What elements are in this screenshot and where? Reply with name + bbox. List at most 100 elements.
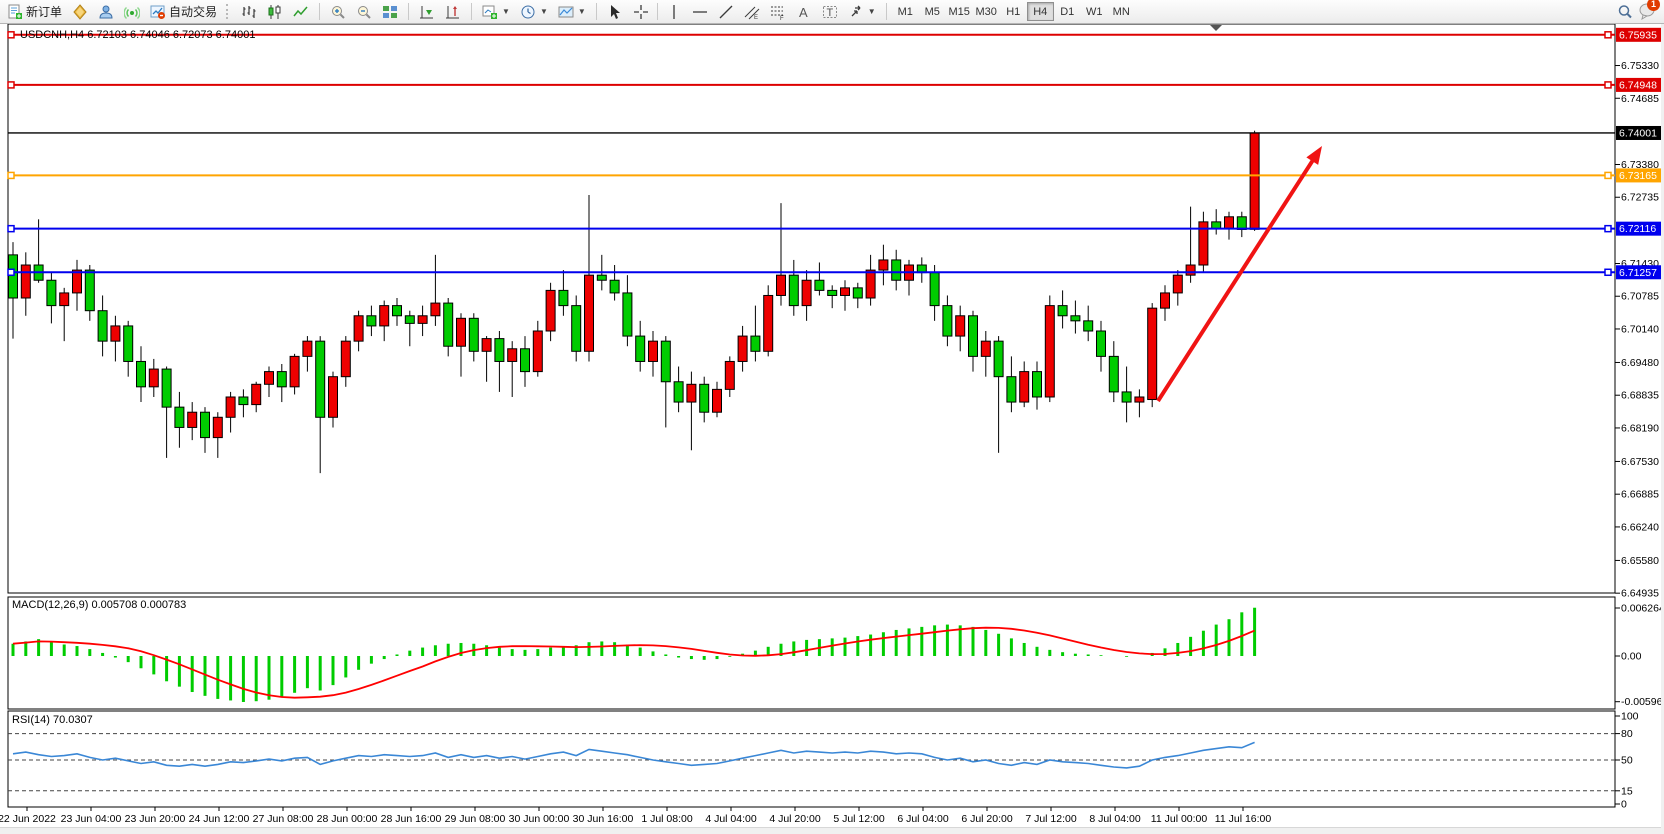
svg-text:4 Jul 20:00: 4 Jul 20:00	[769, 813, 821, 825]
auto-scroll-button[interactable]	[414, 2, 440, 22]
price-label-6.71257: 6.71257	[1616, 265, 1662, 279]
autotrading-label: 自动交易	[169, 3, 217, 20]
text-button[interactable]: A	[791, 2, 817, 22]
chart-area[interactable]: 6.753306.746856.733806.727356.714306.707…	[0, 0, 1664, 833]
svg-text:7 Jul 12:00: 7 Jul 12:00	[1025, 813, 1077, 825]
svg-text:6.70140: 6.70140	[1621, 323, 1659, 335]
cursor-button[interactable]	[602, 2, 628, 22]
dropdown-caret: ▼	[540, 7, 548, 16]
search-button[interactable]	[1612, 2, 1638, 22]
equidistant-channel-button[interactable]: E	[739, 2, 765, 22]
vertical-line-button[interactable]	[661, 2, 687, 22]
candlestick-chart-button[interactable]	[262, 2, 288, 22]
zoom-out-button[interactable]	[351, 2, 377, 22]
trendline-button[interactable]	[713, 2, 739, 22]
signals-button[interactable]	[119, 2, 145, 22]
equidistant-channel-icon: E	[744, 4, 760, 20]
svg-text:6 Jul 20:00: 6 Jul 20:00	[961, 813, 1013, 825]
bar-chart-button[interactable]	[236, 2, 262, 22]
text-label-icon: T	[822, 4, 838, 20]
period-button-H1[interactable]: H1	[1000, 2, 1027, 21]
period-button-M1[interactable]: M1	[892, 2, 919, 21]
period-button-H4[interactable]: H4	[1027, 2, 1054, 21]
rsi-label: RSI(14) 70.0307	[12, 714, 93, 726]
line-chart-button[interactable]	[288, 2, 314, 22]
svg-text:0.00: 0.00	[1621, 651, 1642, 663]
svg-text:6.74001: 6.74001	[1619, 127, 1657, 139]
svg-text:6.74685: 6.74685	[1621, 93, 1659, 105]
toolbar-group-arrange	[412, 0, 468, 23]
zoom-in-button[interactable]	[325, 2, 351, 22]
crosshair-button[interactable]	[628, 2, 654, 22]
toolbar-group-chart-type	[234, 0, 316, 23]
timeframes-button[interactable]: ▼	[515, 2, 553, 22]
svg-text:23 Jun 04:00: 23 Jun 04:00	[61, 813, 122, 825]
period-button-M30[interactable]: M30	[973, 2, 1000, 21]
templates-button[interactable]: ▼	[553, 2, 591, 22]
dropdown-caret: ▼	[578, 7, 586, 16]
text-label-button[interactable]: T	[817, 2, 843, 22]
toolbar-group-trade: 新订单 自动交易	[0, 0, 224, 23]
candlestick-chart-icon	[267, 4, 283, 20]
arrows-button[interactable]: ▼	[843, 2, 881, 22]
svg-text:29 Jun 08:00: 29 Jun 08:00	[445, 813, 506, 825]
svg-text:6.74948: 6.74948	[1619, 79, 1657, 91]
svg-text:6 Jul 04:00: 6 Jul 04:00	[897, 813, 949, 825]
period-button-M5[interactable]: M5	[919, 2, 946, 21]
svg-text:0.006264: 0.006264	[1621, 602, 1664, 614]
zoom-in-icon	[330, 4, 346, 20]
toolbar-separator	[886, 3, 887, 20]
search-icon	[1617, 4, 1633, 20]
svg-text:1 Jul 08:00: 1 Jul 08:00	[641, 813, 693, 825]
metaquotes-icon	[72, 4, 88, 20]
fibonacci-icon: F	[770, 4, 786, 20]
svg-text:MACD(12,26,9) 0.005708 0.00078: MACD(12,26,9) 0.005708 0.000783	[12, 599, 186, 611]
metaquotes-button[interactable]	[67, 2, 93, 22]
notification-badge: 1	[1647, 0, 1660, 11]
svg-text:6.69480: 6.69480	[1621, 357, 1659, 369]
new-chart-button[interactable]: ▼	[477, 2, 515, 22]
zoom-out-icon	[356, 4, 372, 20]
chart-title: USDCNH,H4 6.72103 6.74046 6.72073 6.7400…	[20, 29, 255, 41]
svg-text:22 Jun 2022: 22 Jun 2022	[0, 813, 56, 825]
svg-text:6.68190: 6.68190	[1621, 422, 1659, 434]
text-icon: A	[796, 4, 812, 20]
svg-text:USDCNH,H4 6.72103 6.74046 6.7: USDCNH,H4 6.72103 6.74046 6.72073 6.7400…	[20, 29, 255, 41]
autotrading-button[interactable]: 自动交易	[145, 2, 222, 22]
period-button-MN[interactable]: MN	[1108, 2, 1135, 21]
chart-shift-button[interactable]	[440, 2, 466, 22]
vertical-line-icon	[666, 4, 682, 20]
chat-widget[interactable]: 1	[1638, 2, 1654, 21]
fibonacci-button[interactable]: F	[765, 2, 791, 22]
period-button-W1[interactable]: W1	[1081, 2, 1108, 21]
price-label-6.74001: 6.74001	[1616, 126, 1662, 140]
svg-text:80: 80	[1621, 728, 1633, 740]
horizontal-line-button[interactable]	[687, 2, 713, 22]
svg-text:30 Jun 16:00: 30 Jun 16:00	[573, 813, 634, 825]
auto-scroll-icon	[419, 4, 435, 20]
svg-text:6.68835: 6.68835	[1621, 390, 1659, 402]
period-button-M15[interactable]: M15	[946, 2, 973, 21]
clock-icon	[520, 4, 536, 20]
chart-shift-icon	[445, 4, 461, 20]
period-button-D1[interactable]: D1	[1054, 2, 1081, 21]
svg-text:30 Jun 00:00: 30 Jun 00:00	[509, 813, 570, 825]
toolbar-separator	[319, 3, 320, 20]
community-button[interactable]	[93, 2, 119, 22]
svg-text:0: 0	[1621, 799, 1627, 811]
price-label-6.75935: 6.75935	[1616, 28, 1662, 42]
svg-text:50: 50	[1621, 755, 1633, 767]
tile-windows-button[interactable]	[377, 2, 403, 22]
svg-text:6.71257: 6.71257	[1619, 267, 1657, 279]
svg-text:6.75330: 6.75330	[1621, 60, 1659, 72]
svg-text:6.66885: 6.66885	[1621, 489, 1659, 501]
tile-windows-icon	[382, 4, 398, 20]
line-chart-icon	[293, 4, 309, 20]
time-axis: 22 Jun 202223 Jun 04:0023 Jun 20:0024 Ju…	[0, 807, 1271, 825]
svg-text:6.66240: 6.66240	[1621, 521, 1659, 533]
price-label-6.74948: 6.74948	[1616, 78, 1662, 92]
svg-text:6.67530: 6.67530	[1621, 456, 1659, 468]
price-label-6.73165: 6.73165	[1616, 168, 1662, 182]
new-order-button[interactable]: 新订单	[2, 2, 67, 22]
new-order-label: 新订单	[26, 3, 62, 20]
